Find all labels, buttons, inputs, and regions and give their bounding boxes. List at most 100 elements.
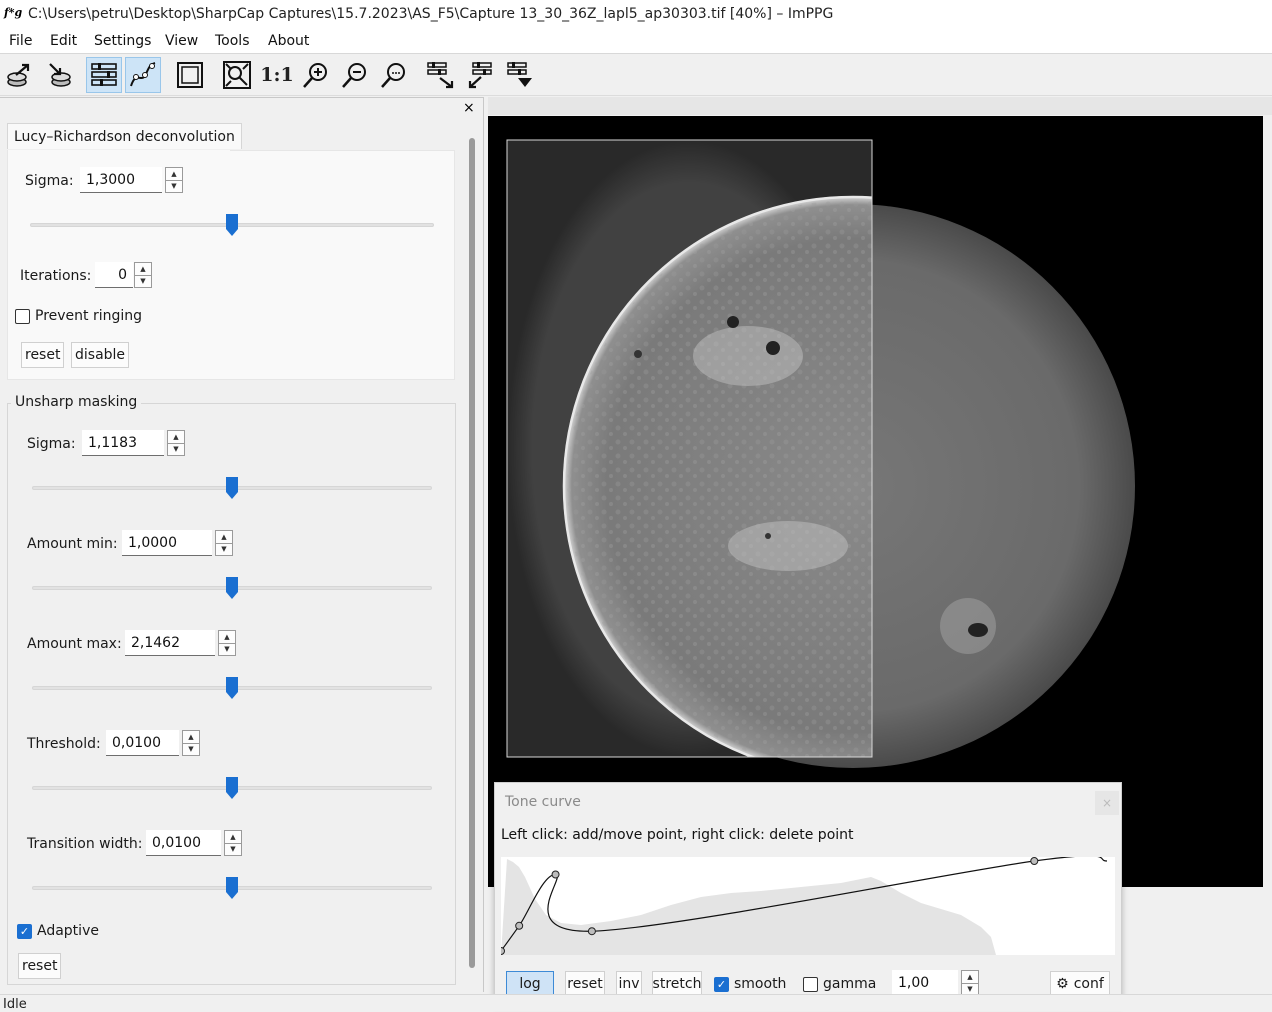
zoom-fit-button[interactable] — [219, 57, 255, 93]
zoom-out-button[interactable] — [337, 57, 373, 93]
batch-process-button[interactable] — [462, 57, 498, 93]
prevent-ringing-checkbox[interactable]: Prevent ringing — [15, 308, 142, 324]
gamma-checkbox[interactable]: gamma — [803, 976, 876, 992]
unsharp-sigma-slider[interactable] — [32, 477, 432, 501]
amount-min-input[interactable] — [122, 530, 212, 556]
slider-thumb[interactable] — [226, 477, 238, 499]
save-file-button[interactable] — [41, 57, 77, 93]
panel-close-button[interactable]: × — [463, 100, 475, 116]
menu-tools[interactable]: Tools — [213, 33, 252, 49]
amount-max-up[interactable]: ▲ — [218, 630, 236, 643]
panel-scroll-thumb[interactable] — [469, 138, 475, 968]
slider-thumb[interactable] — [226, 777, 238, 799]
lucy-reset-button[interactable]: reset — [21, 342, 65, 368]
batch-export-button[interactable] — [501, 57, 537, 93]
transition-width-up[interactable]: ▲ — [224, 830, 242, 843]
threshold-label: Threshold: — [27, 736, 101, 752]
threshold-up[interactable]: ▲ — [182, 730, 200, 743]
processing-settings-button[interactable] — [86, 57, 122, 93]
amount-max-label: Amount max: — [27, 636, 122, 652]
amount-min-slider[interactable] — [32, 577, 432, 601]
transition-width-down[interactable]: ▼ — [224, 843, 242, 856]
gamma-input[interactable] — [892, 970, 958, 996]
menu-edit[interactable]: Edit — [48, 33, 79, 49]
zoom-custom-button[interactable] — [376, 57, 412, 93]
window-title: C:\Users\petru\Desktop\SharpCap Captures… — [28, 6, 834, 22]
unsharp-sigma-up[interactable]: ▲ — [167, 430, 185, 443]
iterations-label: Iterations: — [20, 268, 92, 284]
prevent-ringing-label: Prevent ringing — [35, 308, 143, 324]
zoom-in-icon — [303, 63, 327, 88]
smooth-checkbox[interactable]: ✓ smooth — [714, 976, 786, 992]
zoom-actual-button[interactable]: 1:1 — [259, 57, 295, 93]
transition-width-label: Transition width: — [27, 836, 143, 852]
unsharp-sigma-input[interactable] — [82, 430, 164, 456]
amount-max-slider[interactable] — [32, 677, 432, 701]
tone-curve-titlebar[interactable]: Tone curve × — [495, 783, 1121, 821]
select-all-button[interactable] — [172, 57, 208, 93]
tone-curve-point[interactable] — [497, 947, 505, 955]
tone-curve-button[interactable] — [125, 57, 161, 93]
menu-about[interactable]: About — [266, 33, 311, 49]
amount-min-up[interactable]: ▲ — [215, 530, 233, 543]
tone-curve-close-button[interactable]: × — [1095, 791, 1119, 815]
tone-curve-hint: Left click: add/move point, right click:… — [501, 827, 854, 843]
lucy-sigma-slider[interactable] — [30, 214, 434, 238]
tone-curve-graph[interactable] — [497, 855, 1115, 955]
slider-thumb[interactable] — [226, 677, 238, 699]
transition-width-slider[interactable] — [32, 877, 432, 901]
panel-scrollbar[interactable] — [468, 138, 476, 968]
tone-curve-point[interactable] — [1030, 857, 1039, 865]
lucy-disable-button[interactable]: disable — [71, 342, 130, 368]
transition-width-spinner: ▲▼ — [146, 830, 242, 858]
lucy-richardson-title: Lucy–Richardson deconvolution — [7, 123, 242, 149]
amount-max-down[interactable]: ▼ — [218, 643, 236, 656]
zoom-custom-icon — [381, 63, 405, 88]
adaptive-checkbox[interactable]: ✓ Adaptive — [17, 923, 99, 939]
lucy-sigma-up[interactable]: ▲ — [165, 167, 183, 180]
tone-curve-point[interactable] — [551, 870, 560, 879]
image-view-header — [488, 97, 1272, 115]
app-icon: f*g — [4, 6, 23, 19]
menu-settings[interactable]: Settings — [92, 33, 153, 49]
iterations-input[interactable] — [95, 262, 133, 288]
tone-curve-title: Tone curve — [505, 794, 581, 810]
amount-min-down[interactable]: ▼ — [215, 543, 233, 556]
menu-file[interactable]: File — [7, 33, 34, 49]
tone-curve-point[interactable] — [515, 921, 524, 930]
image-view[interactable] — [488, 116, 1263, 887]
slider-thumb[interactable] — [226, 577, 238, 599]
open-file-button[interactable] — [1, 57, 37, 93]
status-text: Idle — [3, 997, 27, 1012]
iterations-down[interactable]: ▼ — [134, 275, 152, 288]
save-file-icon — [49, 63, 71, 87]
select-all-icon — [177, 62, 203, 88]
amount-max-spinner: ▲▼ — [125, 630, 236, 658]
solar-image — [506, 139, 1135, 768]
zoom-in-button[interactable] — [298, 57, 334, 93]
menu-view[interactable]: View — [163, 33, 200, 49]
threshold-input[interactable] — [106, 730, 179, 756]
lucy-sigma-label: Sigma: — [25, 173, 74, 189]
iterations-spinner: ▲▼ — [95, 262, 152, 290]
unsharp-sigma-spinner: ▲▼ — [82, 430, 185, 458]
amount-max-input[interactable] — [125, 630, 215, 656]
tone-curve-point[interactable] — [587, 927, 596, 936]
smooth-label: smooth — [734, 976, 787, 992]
iterations-up[interactable]: ▲ — [134, 262, 152, 275]
lucy-sigma-down[interactable]: ▼ — [165, 180, 183, 193]
threshold-slider[interactable] — [32, 777, 432, 801]
threshold-spinner: ▲▼ — [106, 730, 200, 758]
unsharp-sigma-down[interactable]: ▼ — [167, 443, 185, 456]
gamma-up[interactable]: ▲ — [961, 970, 979, 983]
slider-thumb[interactable] — [226, 214, 238, 236]
batch-align-button[interactable] — [423, 57, 459, 93]
amount-min-spinner: ▲▼ — [122, 530, 233, 558]
unsharp-reset-button[interactable]: reset — [18, 953, 62, 979]
lucy-sigma-input[interactable] — [80, 167, 162, 193]
menu-bar: File Edit Settings View Tools About — [0, 30, 1272, 54]
processing-panel: × Lucy–Richardson deconvolution Sigma: ▲… — [0, 97, 484, 992]
threshold-down[interactable]: ▼ — [182, 743, 200, 756]
slider-thumb[interactable] — [226, 877, 238, 899]
transition-width-input[interactable] — [146, 830, 221, 856]
